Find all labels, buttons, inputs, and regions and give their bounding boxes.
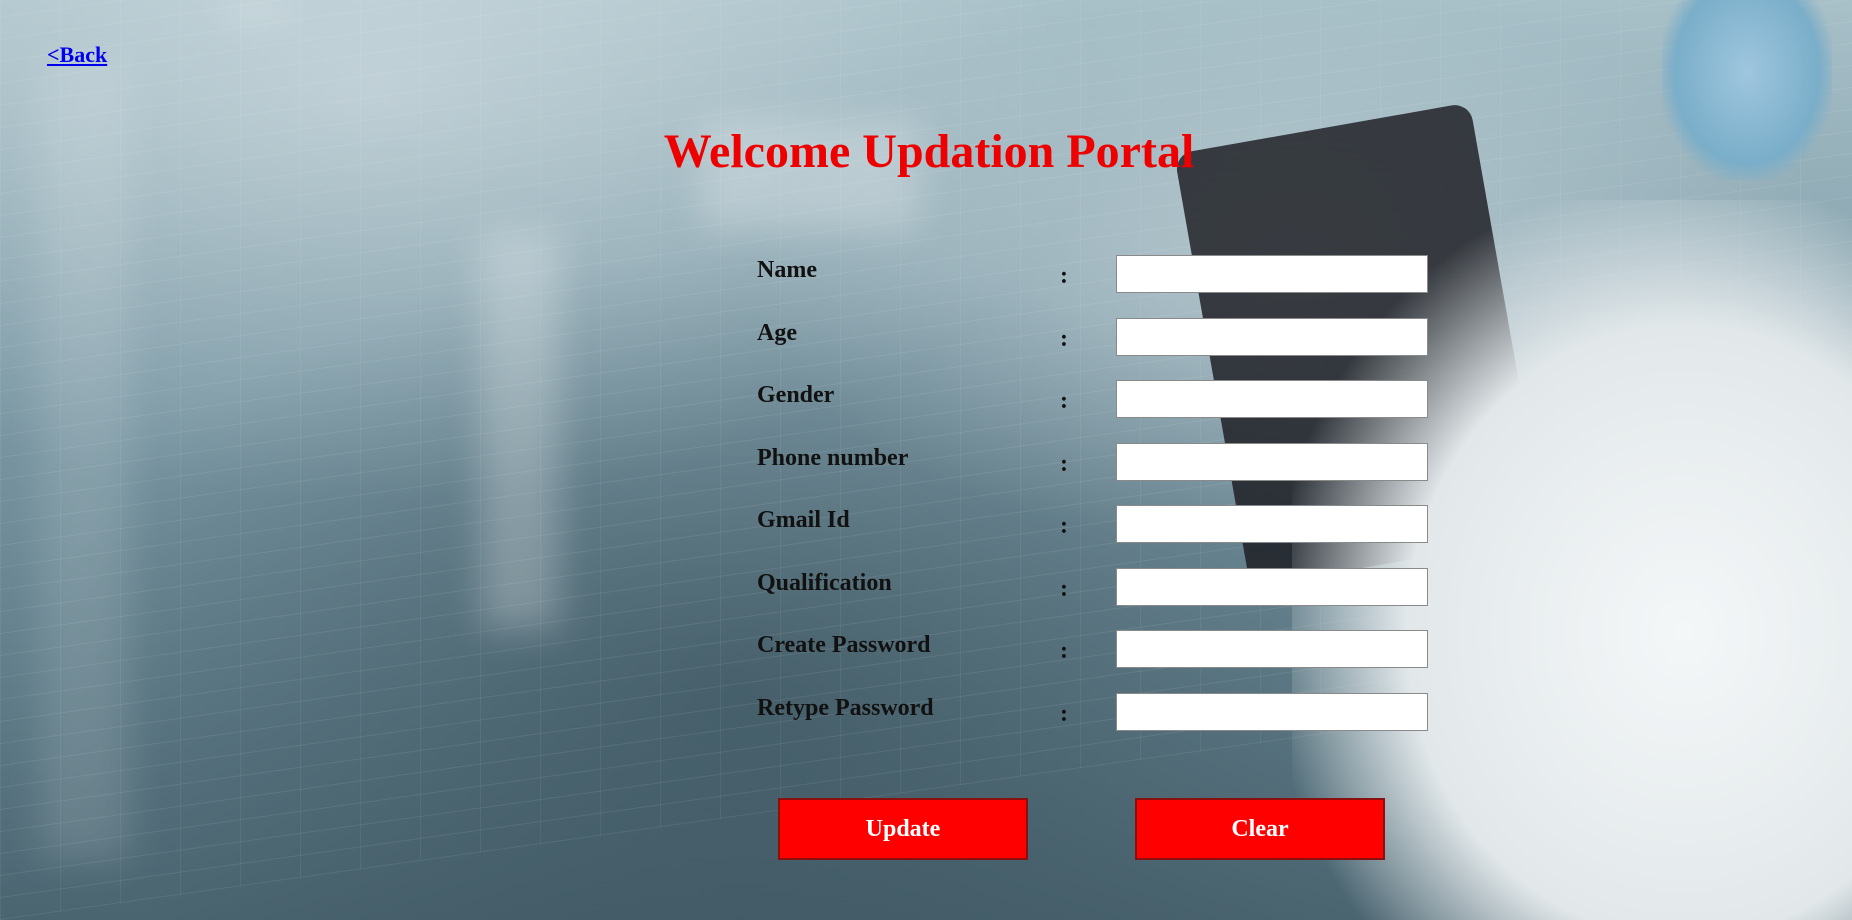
background-light [40,60,130,860]
gmail-id-input[interactable] [1116,505,1428,543]
qualification-label: Qualification [757,570,892,596]
colon-separator: : [1060,263,1068,289]
form-row-gender: Gender : [757,380,1429,420]
gender-label: Gender [757,382,835,408]
retype-password-label: Retype Password [757,695,934,721]
colon-separator: : [1060,326,1068,352]
phone-number-input[interactable] [1116,443,1428,481]
colon-separator: : [1060,576,1068,602]
form-row-age: Age : [757,318,1429,358]
colon-separator: : [1060,701,1068,727]
retype-password-input[interactable] [1116,693,1428,731]
colon-separator: : [1060,388,1068,414]
qualification-input[interactable] [1116,568,1428,606]
page-title: Welcome Updation Portal [663,125,1195,178]
colon-separator: : [1060,638,1068,664]
form-row-phone-number: Phone number : [757,443,1429,483]
background-light [220,0,290,20]
age-input[interactable] [1116,318,1428,356]
phone-number-label: Phone number [757,445,909,471]
form-row-gmail-id: Gmail Id : [757,505,1429,545]
form-row-qualification: Qualification : [757,568,1429,608]
form-row-retype-password: Retype Password : [757,693,1429,733]
create-password-label: Create Password [757,632,931,658]
age-label: Age [757,320,797,346]
name-label: Name [757,257,817,283]
colon-separator: : [1060,451,1068,477]
form-row-name: Name : [757,255,1429,295]
create-password-input[interactable] [1116,630,1428,668]
name-input[interactable] [1116,255,1428,293]
colon-separator: : [1060,513,1068,539]
clear-button[interactable]: Clear [1135,798,1385,860]
background-light [480,230,560,630]
gmail-id-label: Gmail Id [757,507,850,533]
gender-input[interactable] [1116,380,1428,418]
form-row-create-password: Create Password : [757,630,1429,670]
back-link[interactable]: <Back [47,42,107,68]
update-button[interactable]: Update [778,798,1028,860]
